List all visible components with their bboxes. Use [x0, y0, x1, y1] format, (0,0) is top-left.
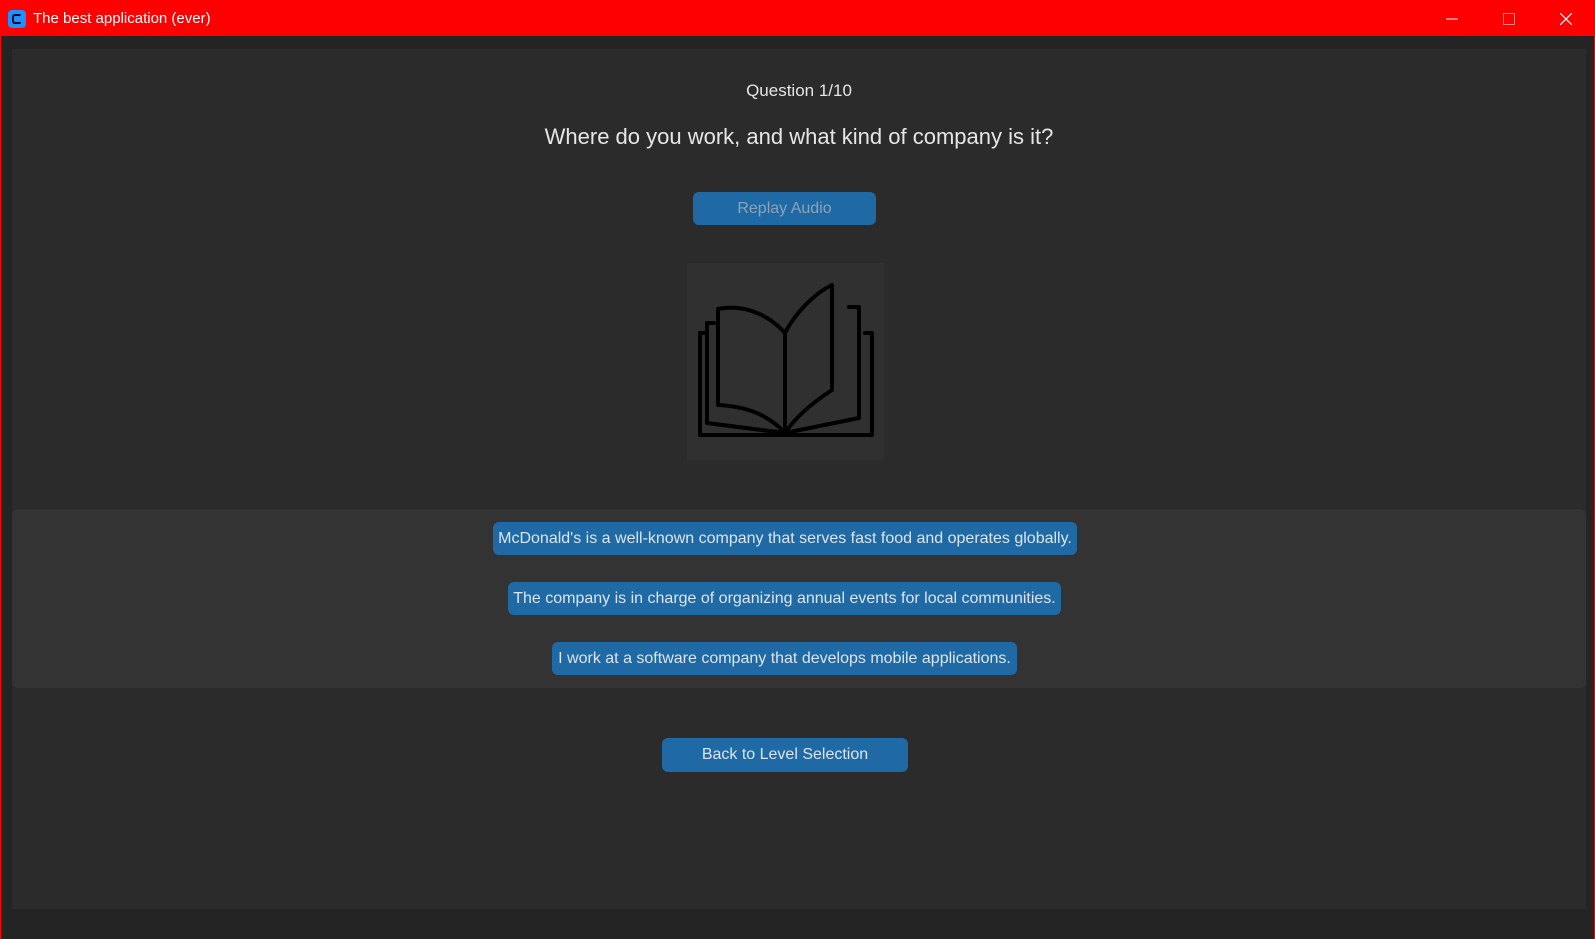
- question-image: [687, 263, 884, 460]
- close-icon: [1559, 12, 1572, 25]
- title-bar[interactable]: The best application (ever): [1, 1, 1594, 36]
- minimize-icon: [1445, 18, 1458, 19]
- minimize-button[interactable]: [1423, 1, 1480, 36]
- window-controls: [1423, 1, 1594, 36]
- maximize-button[interactable]: [1480, 1, 1537, 36]
- close-button[interactable]: [1537, 1, 1594, 36]
- back-to-level-selection-button[interactable]: Back to Level Selection: [662, 738, 908, 772]
- question-progress: Question 1/10: [746, 81, 852, 100]
- answer-button-1[interactable]: McDonald's is a well-known company that …: [493, 522, 1077, 555]
- window-title: The best application (ever): [33, 10, 211, 27]
- answer-button-2[interactable]: The company is in charge of organizing a…: [508, 582, 1061, 615]
- maximize-icon: [1502, 12, 1515, 25]
- app-window: The best application (ever) Question 1/1…: [0, 0, 1595, 939]
- app-icon: [8, 9, 26, 28]
- replay-audio-button[interactable]: Replay Audio: [693, 192, 876, 225]
- answers-panel: McDonald's is a well-known company that …: [12, 509, 1586, 688]
- answer-button-3[interactable]: I work at a software company that develo…: [552, 642, 1017, 675]
- question-text: Where do you work, and what kind of comp…: [544, 124, 1054, 149]
- bottom-strip: [1, 909, 1594, 939]
- quiz-panel: Question 1/10 Where do you work, and wha…: [12, 49, 1586, 909]
- open-book-icon: [698, 283, 874, 437]
